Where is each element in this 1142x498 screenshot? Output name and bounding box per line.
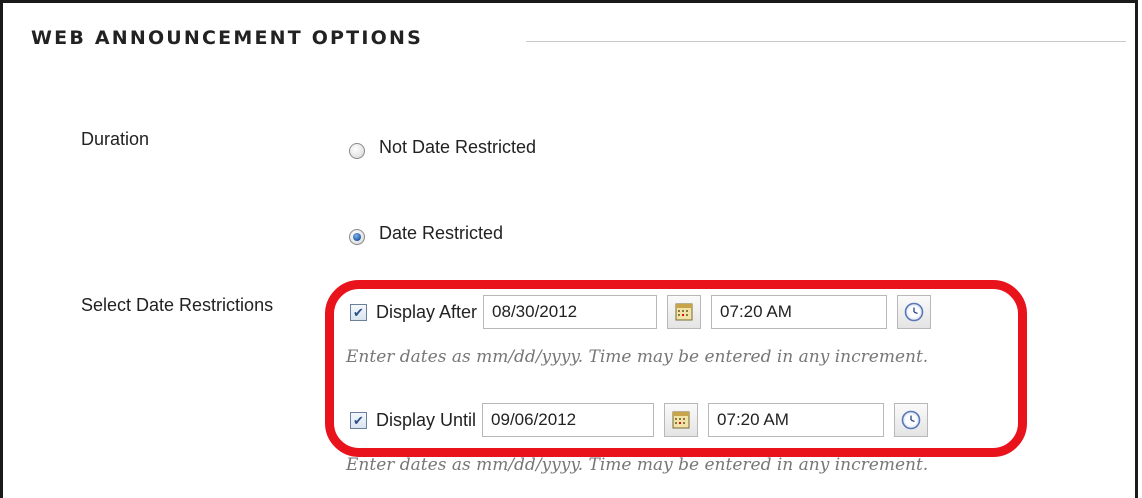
duration-label: Duration [81, 129, 150, 149]
radio-button-selected[interactable] [349, 228, 365, 245]
display-after-clock-button[interactable] [897, 295, 932, 329]
display-after-row: ✔ Display After 08/30/2012 07:20 AM [350, 295, 932, 329]
display-until-calendar-button[interactable] [664, 403, 699, 437]
radio-date-restricted[interactable]: Date Restricted [349, 223, 504, 245]
web-announcement-options-panel: WEB ANNOUNCEMENT OPTIONS Duration Not Da… [0, 0, 1138, 498]
display-until-row: ✔ Display Until 09/06/2012 07:20 AM [350, 403, 929, 437]
display-after-checkbox[interactable]: ✔ [350, 303, 367, 321]
display-until-checkbox[interactable]: ✔ [350, 411, 367, 429]
title-divider [526, 41, 1126, 42]
display-after-label: Display After [376, 301, 478, 322]
display-after-date-input[interactable]: 08/30/2012 [483, 295, 658, 329]
radio-not-date-restricted[interactable]: Not Date Restricted [349, 137, 537, 159]
calendar-icon [672, 411, 690, 429]
radio-label: Date Restricted [379, 223, 504, 243]
clock-icon [901, 410, 921, 430]
radio-button[interactable] [349, 142, 365, 159]
display-until-clock-button[interactable] [894, 403, 929, 437]
radio-label: Not Date Restricted [379, 137, 537, 157]
display-until-hint: Enter dates as mm/dd/yyyy. Time may be e… [346, 455, 929, 475]
display-until-time-input[interactable]: 07:20 AM [708, 403, 885, 437]
select-date-restrictions-label: Select Date Restrictions [81, 295, 274, 315]
display-after-calendar-button[interactable] [667, 295, 702, 329]
display-after-time-input[interactable]: 07:20 AM [711, 295, 888, 329]
calendar-icon [675, 303, 693, 321]
display-until-label: Display Until [376, 409, 477, 430]
display-after-hint: Enter dates as mm/dd/yyyy. Time may be e… [346, 347, 929, 367]
clock-icon [904, 302, 924, 322]
section-title: WEB ANNOUNCEMENT OPTIONS [31, 27, 423, 49]
display-until-date-input[interactable]: 09/06/2012 [482, 403, 655, 437]
